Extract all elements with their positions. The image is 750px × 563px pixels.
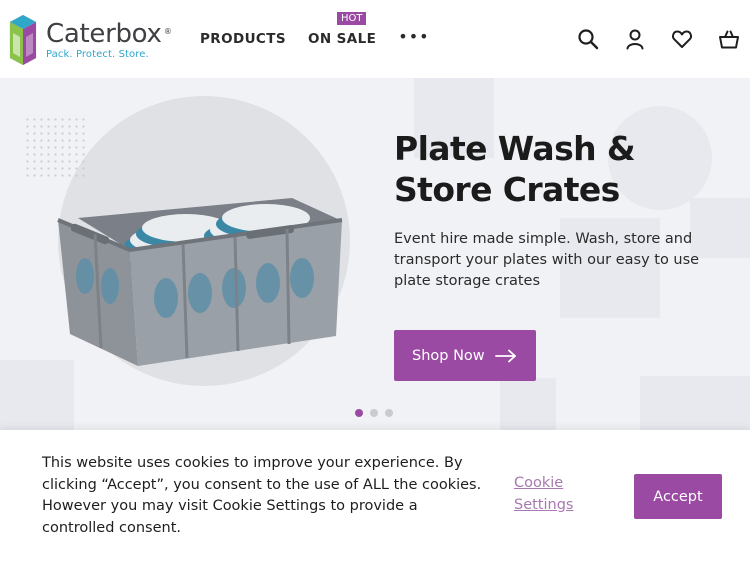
slider-dot-3[interactable] bbox=[385, 409, 393, 417]
shop-now-button[interactable]: Shop Now bbox=[394, 330, 536, 381]
more-dots-icon[interactable]: ••• bbox=[398, 27, 429, 46]
hero-description: Event hire made simple. Wash, store and … bbox=[394, 231, 700, 289]
cookie-message: This website uses cookies to improve you… bbox=[42, 455, 482, 536]
header-actions bbox=[554, 26, 742, 52]
main-nav: PRODUCTS HOT ON SALE ••• bbox=[200, 0, 430, 78]
slider-dot-2[interactable] bbox=[370, 409, 378, 417]
nav-item-on-sale[interactable]: HOT ON SALE bbox=[308, 12, 376, 47]
registered-mark: ® bbox=[163, 27, 172, 36]
basket-icon[interactable] bbox=[716, 26, 742, 52]
bg-shape bbox=[500, 378, 556, 430]
hero-slider: Plate Wash & Store Crates Event hire mad… bbox=[0, 78, 750, 430]
arrow-right-icon bbox=[494, 349, 516, 362]
shop-now-label: Shop Now bbox=[412, 347, 485, 364]
wishlist-heart-icon[interactable] bbox=[669, 26, 695, 52]
logo-name: Caterbox ® bbox=[46, 19, 172, 49]
nav-item-products[interactable]: PRODUCTS bbox=[200, 31, 286, 47]
account-icon[interactable] bbox=[622, 26, 648, 52]
logo-tagline: Pack. Protect. Store. bbox=[46, 49, 149, 60]
logo-mark-icon bbox=[9, 14, 37, 66]
site-header: Caterbox ® Pack. Protect. Store. PRODUCT… bbox=[0, 0, 750, 78]
caterbox-logo[interactable]: Caterbox ® Pack. Protect. Store. bbox=[8, 12, 176, 68]
slider-pagination bbox=[355, 409, 400, 417]
accept-button[interactable]: Accept bbox=[634, 474, 722, 519]
hot-badge: HOT bbox=[336, 12, 367, 25]
hero-title: Plate Wash & Store Crates bbox=[394, 129, 636, 209]
search-icon[interactable] bbox=[575, 26, 601, 52]
cookie-consent-bar: This website uses cookies to improve you… bbox=[0, 430, 750, 563]
slider-dot-1[interactable] bbox=[355, 409, 363, 417]
plate-crate-image bbox=[57, 198, 343, 366]
bg-shape bbox=[640, 376, 750, 430]
cookie-settings-link[interactable]: Cookie Settings bbox=[514, 473, 594, 516]
